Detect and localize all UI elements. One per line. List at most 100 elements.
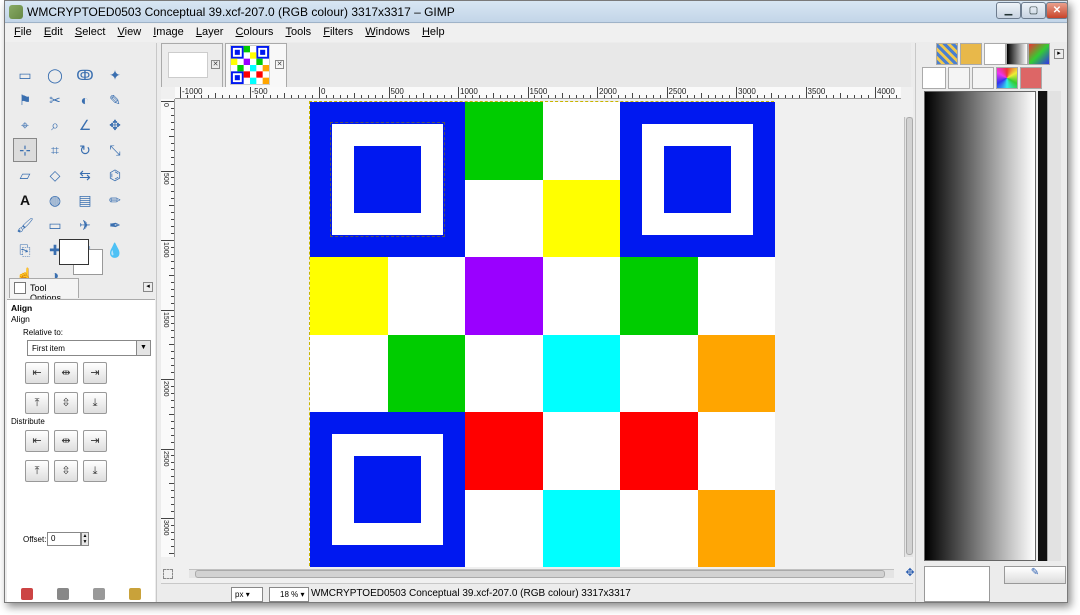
layers-tab-icon[interactable] xyxy=(922,67,946,89)
vertical-scrollbar[interactable] xyxy=(904,117,913,557)
channels-tab-icon[interactable] xyxy=(948,67,970,89)
menu-tools[interactable]: Tools xyxy=(285,24,311,38)
rotate-tool-icon[interactable]: ↻ xyxy=(73,138,97,162)
menu-view[interactable]: View xyxy=(118,24,142,38)
foreground-select-tool-icon[interactable]: ◐ xyxy=(73,88,97,112)
edit-gradient-button[interactable]: ✎ xyxy=(1004,566,1066,584)
close-tab-icon[interactable]: ✕ xyxy=(275,60,284,69)
patterns-tab-icon[interactable] xyxy=(936,43,958,65)
delete-options-icon[interactable] xyxy=(93,588,105,600)
scissors-select-tool-icon[interactable]: ✂ xyxy=(43,88,67,112)
color-picker-tool-icon[interactable]: ⌖ xyxy=(13,113,37,137)
palettes-tab-icon[interactable] xyxy=(1028,43,1050,65)
flip-tool-icon[interactable]: ⇆ xyxy=(73,163,97,187)
menu-layer[interactable]: Layer xyxy=(196,24,224,38)
menu-colours[interactable]: Colours xyxy=(235,24,273,38)
horizontal-scrollbar[interactable] xyxy=(189,569,894,578)
offset-input[interactable]: 0 xyxy=(47,532,81,546)
dock-scrollbar[interactable] xyxy=(1047,91,1061,561)
foreground-color-swatch[interactable] xyxy=(59,239,89,265)
move-tool-icon[interactable]: ✥ xyxy=(103,113,127,137)
blend-tool-icon[interactable]: ▤ xyxy=(73,188,97,212)
unit-select[interactable]: px ▾ xyxy=(231,587,263,602)
align-middle-vertical-button[interactable]: ⇳ xyxy=(54,392,78,414)
gradient-preview[interactable] xyxy=(924,91,1036,561)
crop-tool-icon[interactable]: ⌗ xyxy=(43,138,67,162)
shear-tool-icon[interactable]: ▱ xyxy=(13,163,37,187)
dock-panel-menu-icon[interactable]: ▸ xyxy=(1054,49,1064,59)
undo-tab-icon[interactable] xyxy=(1020,67,1042,89)
cage-tool-icon[interactable]: ⌬ xyxy=(103,163,127,187)
horizontal-scroll-thumb[interactable] xyxy=(195,570,885,578)
eraser-tool-icon[interactable]: ▭ xyxy=(43,213,67,237)
menu-select[interactable]: Select xyxy=(75,24,106,38)
perspective-tool-icon[interactable]: ◇ xyxy=(43,163,67,187)
menu-windows[interactable]: Windows xyxy=(365,24,410,38)
ink-tool-icon[interactable]: ✒ xyxy=(103,213,127,237)
canvas-area[interactable]: -1000 -500 0 500 1000 1500 2000 2500 3000 3500 400… xyxy=(161,87,915,583)
align-right-edge-button[interactable]: ⇥ xyxy=(83,362,107,384)
paths-tool-icon[interactable]: ✎ xyxy=(103,88,127,112)
colours-tab-icon[interactable] xyxy=(996,67,1018,89)
v-ruler-tick xyxy=(171,406,174,408)
align-center-horizontal-button[interactable]: ⇹ xyxy=(54,362,78,384)
distribute-center-button[interactable]: ⇹ xyxy=(54,430,78,452)
airbrush-tool-icon[interactable]: ✈ xyxy=(73,213,97,237)
image-cell-purple xyxy=(465,257,543,335)
menu-help[interactable]: Help xyxy=(422,24,445,38)
menu-file[interactable]: File xyxy=(14,24,32,38)
offset-spinner[interactable]: ▲ ▼ xyxy=(81,532,89,546)
align-left-edge-button[interactable]: ⇤ xyxy=(25,362,49,384)
scale-tool-icon[interactable]: ⤡ xyxy=(103,138,127,162)
brushes-tab-icon[interactable] xyxy=(960,43,982,65)
finder-pattern xyxy=(310,412,465,567)
image-canvas[interactable] xyxy=(309,101,775,567)
align-top-edge-button[interactable]: ⤒ xyxy=(25,392,49,414)
reset-options-icon[interactable] xyxy=(129,588,141,600)
zoom-select[interactable]: 18 % ▾ xyxy=(269,587,309,602)
image-tab-qr[interactable]: ✕ xyxy=(225,43,287,87)
gradients-tab-icon[interactable] xyxy=(1006,43,1028,65)
distribute-top-button[interactable]: ⤒ xyxy=(25,460,49,482)
save-options-icon[interactable] xyxy=(21,588,33,600)
maximize-button[interactable]: ▢ xyxy=(1021,2,1046,19)
horizontal-ruler[interactable]: -1000 -500 0 500 1000 1500 2000 2500 3000 3500 400… xyxy=(175,87,901,99)
image-tab-blank[interactable]: ✕ xyxy=(161,43,223,87)
paintbrush-tool-icon[interactable]: 🖌 xyxy=(13,213,37,237)
clone-tool-icon[interactable]: ⎘ xyxy=(13,238,37,262)
vertical-ruler[interactable]: 0 500 1000 1500 2000 2500 3000 xyxy=(161,99,175,557)
fonts-tab-icon[interactable] xyxy=(984,43,1006,65)
distribute-right-button[interactable]: ⇥ xyxy=(83,430,107,452)
h-ruler-tick xyxy=(562,93,564,98)
minimize-button[interactable]: ▁ xyxy=(996,2,1021,19)
fg-bg-color-selector[interactable] xyxy=(59,239,107,275)
distribute-bottom-button[interactable]: ⤓ xyxy=(83,460,107,482)
color-select-tool-icon[interactable]: ⚑ xyxy=(13,88,37,112)
tab-tool-options[interactable]: Tool Options xyxy=(9,278,79,303)
zoom-tool-icon[interactable]: ⌕ xyxy=(43,113,67,137)
distribute-middle-button[interactable]: ⇳ xyxy=(54,460,78,482)
relative-to-select[interactable]: First item ▼ xyxy=(27,340,151,356)
quick-mask-toggle[interactable] xyxy=(163,569,173,579)
gimp-app-icon xyxy=(9,5,23,19)
menu-image[interactable]: Image xyxy=(153,24,184,38)
paths-tab-icon[interactable] xyxy=(972,67,994,89)
fuzzy-select-tool-icon[interactable]: ✦ xyxy=(103,63,127,87)
free-select-tool-icon[interactable]: ↂ xyxy=(73,63,97,87)
align-tool-icon[interactable]: ⊹ xyxy=(13,138,37,162)
panel-menu-icon[interactable]: ◂ xyxy=(143,282,153,292)
rect-select-tool-icon[interactable]: ▭ xyxy=(13,63,37,87)
menu-edit[interactable]: Edit xyxy=(44,24,63,38)
pencil-tool-icon[interactable]: ✏ xyxy=(103,188,127,212)
close-button[interactable]: ✕ xyxy=(1046,2,1067,19)
vertical-scroll-thumb[interactable] xyxy=(906,117,913,555)
distribute-left-button[interactable]: ⇤ xyxy=(25,430,49,452)
measure-tool-icon[interactable]: ∠ xyxy=(73,113,97,137)
bucket-fill-tool-icon[interactable]: ◍ xyxy=(43,188,67,212)
menu-filters[interactable]: Filters xyxy=(323,24,353,38)
restore-options-icon[interactable] xyxy=(57,588,69,600)
align-bottom-edge-button[interactable]: ⤓ xyxy=(83,392,107,414)
ellipse-select-tool-icon[interactable]: ◯ xyxy=(43,63,67,87)
text-tool-icon[interactable]: A xyxy=(13,188,37,212)
close-tab-icon[interactable]: ✕ xyxy=(211,60,220,69)
